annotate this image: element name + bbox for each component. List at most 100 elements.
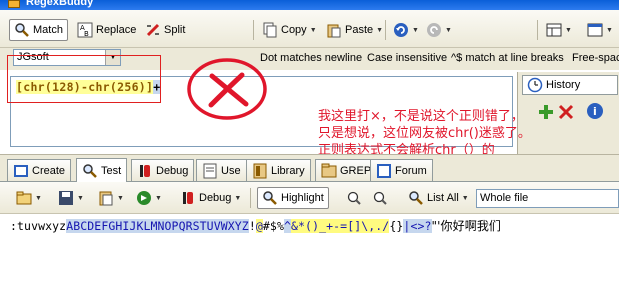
clipboard-icon: [98, 190, 114, 206]
chevron-down-icon: ▼: [155, 194, 162, 202]
use-icon: [202, 163, 218, 179]
library-icon: [252, 163, 268, 179]
redo-icon: [426, 22, 442, 38]
paste-button[interactable]: Paste ▼: [322, 19, 387, 41]
history-panel: History i: [517, 72, 619, 154]
tab-strip: Create Test Debug Use Library GREP Forum: [0, 154, 619, 182]
annotation-red-box: [7, 55, 161, 103]
annotation-line: 只是想说，这位网友被chr()迷惑了。: [318, 126, 531, 141]
magnifier-icon: [14, 22, 30, 38]
undo-icon: [393, 22, 409, 38]
annotation-line: 我这里打×，不是说这个正则错了，: [318, 109, 524, 124]
paste-test-button[interactable]: ▼: [94, 187, 128, 209]
subject-text-segment: :tuvwxyz: [10, 219, 67, 233]
history-tab[interactable]: History: [522, 75, 618, 95]
go-arrow-icon: [136, 190, 152, 206]
go-button[interactable]: ▼: [132, 187, 166, 209]
toolbar-separator: [253, 20, 254, 40]
chevron-down-icon: ▼: [445, 26, 452, 34]
toolbar-separator: [537, 20, 538, 40]
undo-button[interactable]: ▼: [389, 19, 423, 41]
list-all-button[interactable]: List All ▼: [404, 187, 473, 209]
tab-label: GREP: [340, 164, 372, 177]
add-icon[interactable]: [538, 104, 554, 123]
app-icon: [8, 0, 20, 8]
tab-library[interactable]: Library: [246, 159, 311, 181]
tab-label: Library: [271, 164, 305, 177]
split-icon: [145, 22, 161, 38]
tab-use[interactable]: Use: [196, 159, 247, 181]
split-label: Split: [164, 24, 186, 36]
dot-matches-newline-toggle[interactable]: Dot matches newline: [260, 52, 362, 64]
tab-label: Debug: [156, 164, 189, 177]
zoom-previous-icon: [346, 190, 362, 206]
chevron-down-icon: ▼: [35, 194, 42, 202]
history-label: History: [546, 79, 581, 91]
copy-label: Copy: [281, 24, 307, 36]
svg-text:i: i: [593, 105, 597, 118]
tab-test[interactable]: Test: [76, 158, 128, 182]
tab-create[interactable]: Create: [7, 159, 72, 181]
svg-text:B: B: [84, 30, 89, 38]
split-button[interactable]: Split: [141, 19, 189, 41]
scope-select[interactable]: Whole file: [476, 189, 619, 208]
caret-match-toggle[interactable]: ^$ match at line breaks: [451, 52, 564, 64]
highlight-button[interactable]: Highlight: [257, 187, 329, 209]
scope-value: Whole file: [480, 192, 529, 204]
redo-button[interactable]: ▼: [422, 19, 456, 41]
chevron-down-icon: ▼: [309, 26, 317, 34]
copy-button[interactable]: Copy ▼: [258, 19, 321, 41]
window-title: RegexBuddy: [26, 0, 94, 8]
subject-text: :tuvwxyzABCDEFGHIJKLMNOPQRSTUVWXYZ!@#$%^…: [10, 217, 501, 234]
chevron-down-icon: ▼: [117, 194, 124, 202]
replace-label: Replace: [96, 24, 137, 36]
chevron-down-icon: ▼: [606, 26, 613, 34]
match-highlight: @: [255, 219, 263, 233]
free-spacing-toggle[interactable]: Free-spac: [572, 52, 619, 64]
debug-label: Debug: [199, 192, 232, 204]
magnifier-icon: [82, 163, 98, 179]
zoom-next-icon: [372, 190, 388, 206]
case-insensitive-toggle[interactable]: Case insensitive: [367, 52, 447, 64]
chevron-down-icon: ▼: [412, 26, 419, 34]
replace-icon: AB: [77, 22, 93, 38]
bug-icon: [180, 190, 196, 206]
tab-forum[interactable]: Forum: [370, 159, 433, 181]
match-highlight: <>?: [410, 219, 432, 233]
toolbar-separator: [385, 20, 386, 40]
tab-label: Create: [32, 164, 66, 177]
annotation-text: 我这里打×，不是说这个正则错了， 只是想说，这位网友被chr()迷惑了。 正则表达式…: [318, 108, 531, 159]
match-highlight: ABCDEFGHIJKLMNOPQRSTUVWXYZ: [66, 219, 249, 233]
chevron-down-icon: ▼: [376, 26, 384, 34]
match-highlight: &*()_+-=[]\,./: [291, 219, 390, 233]
paste-icon: [326, 22, 342, 38]
floppy-disk-icon: [58, 190, 74, 206]
red-cross-icon: [187, 58, 267, 120]
info-icon[interactable]: i: [586, 102, 604, 123]
save-button[interactable]: ▼: [54, 187, 88, 209]
subject-text-segment: !: [248, 219, 256, 233]
debug-button[interactable]: Debug ▼: [176, 187, 245, 209]
tab-debug[interactable]: Debug: [131, 159, 195, 181]
match-button[interactable]: Match: [9, 19, 68, 41]
next-match-button[interactable]: [368, 187, 392, 209]
subject-text-segment: "'你好啊我们: [431, 219, 502, 233]
toolbar-separator: [250, 188, 251, 208]
window-button[interactable]: ▼: [583, 19, 617, 41]
tab-grep[interactable]: GREP: [315, 159, 378, 181]
magnifier-icon: [262, 190, 278, 206]
subject-text-segment: {}: [389, 219, 404, 233]
layout-button[interactable]: ▼: [542, 19, 576, 41]
grep-icon: [321, 163, 337, 179]
test-subject-editor[interactable]: :tuvwxyzABCDEFGHIJKLMNOPQRSTUVWXYZ!@#$%^…: [0, 214, 619, 308]
match-highlight: ^: [283, 219, 291, 233]
delete-icon[interactable]: [558, 104, 574, 123]
previous-match-button[interactable]: [342, 187, 366, 209]
bug-icon: [137, 163, 153, 179]
title-bar: RegexBuddy: [0, 0, 619, 10]
chevron-down-icon: ▼: [461, 194, 469, 202]
tab-label: Use: [221, 164, 241, 177]
tab-label: Test: [101, 164, 122, 177]
replace-button[interactable]: AB Replace: [73, 19, 140, 41]
open-button[interactable]: ▼: [12, 187, 46, 209]
